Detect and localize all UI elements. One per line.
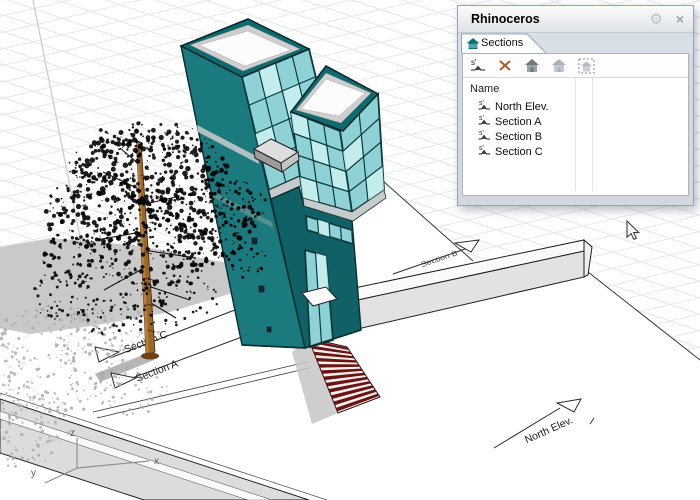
rhino-viewport-window: Section C Section A Section B z x y (0, 0, 700, 500)
column-separator[interactable] (575, 78, 576, 191)
mouse-cursor (627, 221, 639, 239)
list-item-label: Section A (495, 116, 541, 128)
list-item-label: Section C (495, 146, 543, 158)
tab-sections-label: Sections (481, 37, 523, 49)
list-item-label: North Elev. (495, 101, 549, 113)
panel-tabstrip: Sections (458, 33, 693, 54)
sections-list: Name s' North Elev. s' Section A s' Sect… (463, 78, 688, 195)
close-icon[interactable]: × (676, 11, 684, 27)
house-solid-icon[interactable] (523, 57, 541, 74)
sections-toolbar: s' (463, 54, 688, 78)
axis-label-z: z (70, 428, 75, 439)
panel-content: s' (462, 53, 689, 196)
delete-x-icon[interactable] (496, 57, 514, 74)
column-separator[interactable] (592, 78, 593, 191)
sections-house-icon (466, 37, 480, 53)
gear-icon[interactable]: ⚙ (650, 10, 663, 28)
house-dashed-icon[interactable] (577, 57, 595, 74)
panel-titlebar[interactable]: Rhinoceros ⚙ × (458, 6, 693, 33)
section-glyph-icon: s' (478, 99, 491, 114)
panel-title: Rhinoceros (471, 12, 540, 26)
house-light-icon[interactable] (550, 57, 568, 74)
section-glyph-icon: s' (478, 144, 491, 159)
section-new-icon[interactable]: s' (469, 57, 487, 74)
section-glyph-icon: s' (478, 114, 491, 129)
sections-panel: Rhinoceros ⚙ × Sections s' (457, 5, 694, 206)
axis-label-y: y (31, 468, 36, 479)
section-glyph-icon: s' (478, 129, 491, 144)
axis-label-x: x (154, 456, 159, 467)
tab-sections[interactable]: Sections (461, 33, 549, 54)
list-item-label: Section B (495, 131, 542, 143)
svg-text:s': s' (471, 58, 477, 67)
